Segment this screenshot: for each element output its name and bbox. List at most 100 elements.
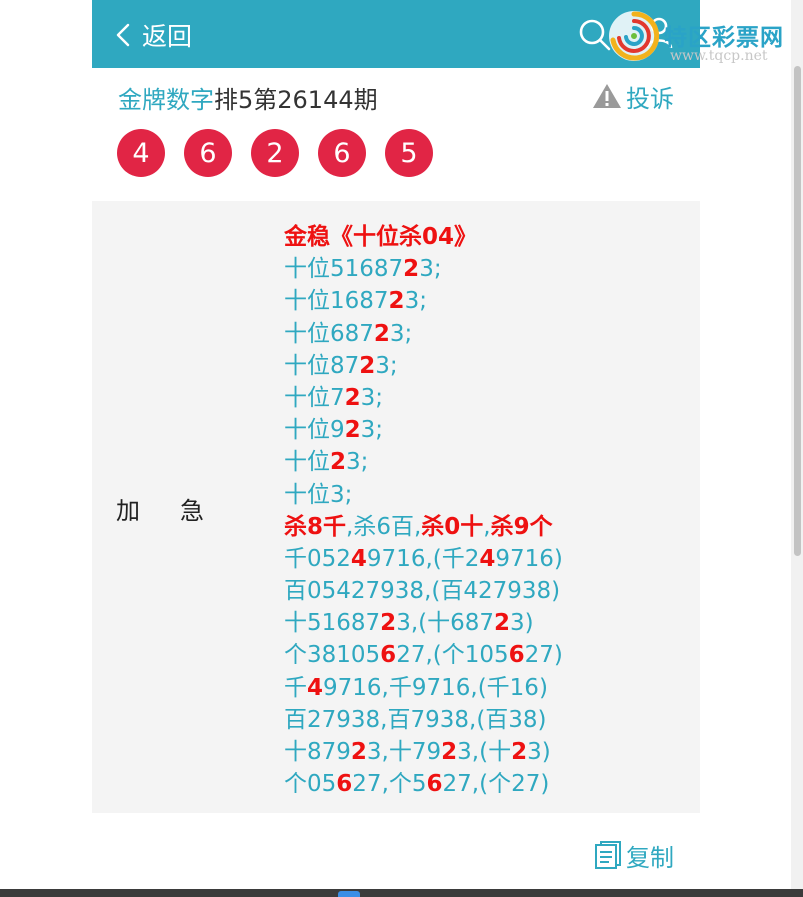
line-text: 3): [527, 739, 551, 765]
prediction-line: 十5168723,(十68723): [284, 607, 694, 639]
line-text: 个38105: [284, 642, 381, 669]
scrollbar[interactable]: [791, 0, 803, 889]
highlight-text: 6: [380, 642, 397, 669]
highlight-text: 2: [350, 739, 367, 765]
panel-label: 加急: [116, 497, 244, 525]
prediction-line: 个38105627,(个105627): [284, 639, 694, 671]
line-text: 十位87: [284, 352, 360, 379]
author-link[interactable]: 金牌数字: [118, 86, 214, 114]
line-text: 3,(十687: [396, 610, 495, 637]
line-text: 3): [510, 610, 534, 637]
line-text: 3;: [360, 384, 384, 411]
line-text: 百27938,百7938,(百38): [284, 706, 547, 733]
complain-label: 投诉: [626, 84, 674, 113]
line-text: ,杀6百,: [346, 513, 422, 540]
prediction-line: 十位168723;: [284, 285, 694, 317]
highlight-text: 2: [330, 449, 347, 476]
prediction-line: 百05427938,(百427938): [284, 575, 694, 607]
result-ball: 6: [318, 129, 366, 177]
result-ball: 5: [385, 129, 433, 177]
page-title: 金牌数字排5第26144期: [118, 80, 378, 114]
line-text: 27): [524, 642, 563, 669]
line-text: 9716,千9716,(千16): [323, 674, 548, 701]
result-ball: 6: [184, 129, 232, 177]
highlight-text: 6: [508, 642, 525, 669]
logo-name: 特区彩票网: [664, 25, 784, 51]
page: 返回 特区彩票网 www.tqcp.net 金牌数字排5第26144期 投诉 4…: [0, 0, 803, 897]
highlight-text: 2: [344, 384, 361, 411]
line-text: 百05427938,(百427938): [284, 578, 561, 605]
line-text: 十位9: [284, 417, 345, 444]
line-text: 9716,(千2: [366, 545, 480, 572]
prediction-line: 十位3;: [284, 479, 694, 511]
prediction-line: 十位23;: [284, 446, 694, 478]
issue-title: 排5第26144期: [214, 86, 378, 114]
prediction-line: 十位723;: [284, 382, 694, 414]
prediction-lines: 金稳《十位杀04》 十位5168723; 十位168723; 十位68723; 十位87…: [284, 221, 694, 800]
prediction-line: 十位5168723;: [284, 253, 694, 285]
highlight-text: 2: [441, 739, 458, 765]
line-text: 十位51687: [284, 256, 404, 283]
back-button[interactable]: 返回: [114, 18, 192, 52]
logo-url: www.tqcp.net: [670, 48, 768, 64]
line-text: 3,十79: [366, 739, 442, 765]
line-text: 3;: [419, 256, 442, 283]
prediction-line: 千05249716,(千249716): [284, 543, 694, 575]
line-text: 千052: [284, 545, 351, 572]
prediction-line: 十87923,十7923,(十23): [284, 736, 694, 768]
taskbar-app-icon[interactable]: [338, 891, 360, 897]
highlight-text: 2: [388, 288, 405, 315]
highlight-text: 6: [336, 771, 353, 798]
highlight-text: 6: [426, 771, 443, 798]
line-text: 3;: [346, 449, 369, 476]
copy-button[interactable]: 复制: [594, 838, 674, 872]
line-text: 十51687: [284, 610, 381, 637]
highlight-text: 金稳《十位杀04》: [284, 224, 478, 250]
highlight-text: 2: [373, 320, 390, 347]
highlight-text: 4: [350, 545, 367, 572]
prediction-line: 十位8723;: [284, 350, 694, 382]
highlight-text: 2: [359, 352, 376, 379]
line-text: 3,(十: [457, 739, 512, 765]
line-text: 27,(个105: [396, 642, 509, 669]
line-text: 3;: [404, 288, 427, 315]
line-text: 十位3;: [284, 481, 353, 508]
line-text: 个05: [284, 771, 337, 798]
line-text: 千: [284, 674, 307, 701]
copy-icon: [595, 841, 621, 869]
scrollbar-thumb[interactable]: [794, 66, 801, 556]
line-text: 十位: [284, 449, 330, 476]
line-text: 十位7: [284, 384, 345, 411]
highlight-text: 2: [494, 610, 511, 637]
line-text: ,: [483, 513, 491, 540]
highlight-text: 杀0十: [421, 513, 484, 540]
chevron-left-icon: [116, 23, 130, 47]
line-text: 十位1687: [284, 288, 389, 315]
prediction-panel: 加急 金稳《十位杀04》 十位5168723; 十位168723; 十位68723; 十…: [92, 201, 700, 813]
prediction-line: 千49716,千9716,(千16): [284, 672, 694, 704]
highlight-text: 杀8千: [284, 513, 347, 540]
back-label: 返回: [142, 22, 193, 51]
highlight-text: 4: [479, 545, 496, 572]
prediction-line: 个05627,个5627,(个27): [284, 768, 694, 800]
line-text: 十879: [284, 739, 351, 765]
prediction-line: 金稳《十位杀04》: [284, 221, 694, 253]
complain-button[interactable]: 投诉: [592, 80, 674, 113]
highlight-text: 2: [344, 417, 361, 444]
prediction-line: 十位923;: [284, 414, 694, 446]
warning-icon: [593, 84, 621, 108]
highlight-text: 2: [511, 739, 528, 765]
prediction-line: 百27938,百7938,(百38): [284, 704, 694, 736]
prediction-line: 十位68723;: [284, 318, 694, 350]
logo-swirl-icon: [609, 11, 660, 61]
line-text: 27,个5: [352, 771, 427, 798]
highlight-text: 4: [307, 674, 324, 701]
line-text: 十位687: [284, 320, 374, 347]
line-text: 27,(个27): [442, 771, 550, 798]
highlight-text: 2: [380, 610, 397, 637]
site-logo: 特区彩票网 www.tqcp.net: [600, 4, 800, 68]
result-ball: 4: [117, 129, 165, 177]
copy-label: 复制: [626, 843, 674, 872]
highlight-text: 2: [403, 256, 420, 283]
line-text: 3;: [389, 320, 413, 347]
